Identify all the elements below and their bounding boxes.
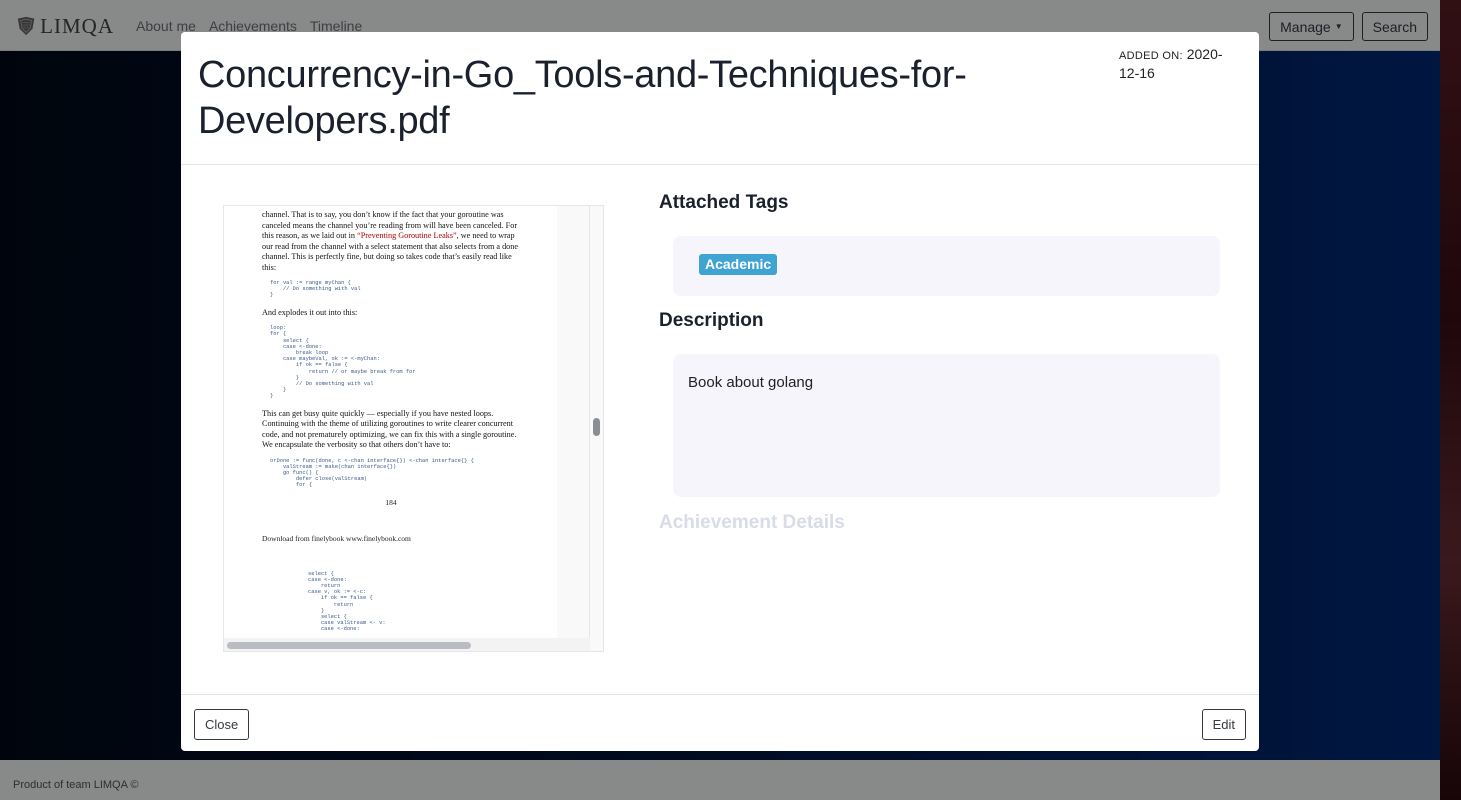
added-on: ADDED ON: 2020-12-16 [1119,46,1239,82]
close-button[interactable]: Close [194,709,250,740]
pdf-code-block: select { case <-done: return case v, ok … [308,570,386,633]
horizontal-scrollbar[interactable] [227,642,471,649]
attached-tags-heading: Attached Tags [659,192,789,213]
modal-body: channel. That is to say, you don’t know … [181,166,1259,694]
pdf-preview[interactable]: channel. That is to say, you don’t know … [223,205,604,652]
tag-badge[interactable]: Academic [699,254,778,275]
added-on-label: ADDED ON: [1119,50,1183,62]
pdf-footer-text: Download from finelybook www.finelybook.… [262,533,411,543]
description-heading: Description [659,310,764,331]
vertical-scrollbar[interactable] [593,418,600,436]
pdf-page: channel. That is to say, you don’t know … [224,206,557,638]
modal-header: Concurrency-in-Go_Tools-and-Techniques-f… [181,32,1259,165]
pdf-code-block: orDone := func(done, c <-chan interface{… [270,457,474,489]
description-text: Book about golang [688,374,814,391]
pdf-page-number: 184 [385,497,397,507]
pdf-link[interactable]: “Preventing Goroutine Leaks” [357,231,457,240]
achievement-details-heading: Achievement Details [659,512,845,533]
pdf-scroll-divider [589,206,590,638]
modal-footer: Close Edit [181,694,1259,751]
pdf-paragraph: And explodes it out into this: [262,307,358,317]
achievement-modal: Concurrency-in-Go_Tools-and-Techniques-f… [181,32,1259,751]
edit-button[interactable]: Edit [1201,709,1246,740]
modal-title: Concurrency-in-Go_Tools-and-Techniques-f… [198,54,967,142]
pdf-code-block: loop: for { select { case <-done: break … [270,325,416,400]
pdf-code-block: for val := range myChan { // Do somethin… [270,280,361,299]
tags-panel: Academic [673,236,1220,296]
pdf-paragraph: This can get busy quite quickly — especi… [262,408,517,450]
pdf-paragraph: channel. That is to say, you don’t know … [262,210,518,272]
description-panel: Book about golang [673,354,1220,497]
